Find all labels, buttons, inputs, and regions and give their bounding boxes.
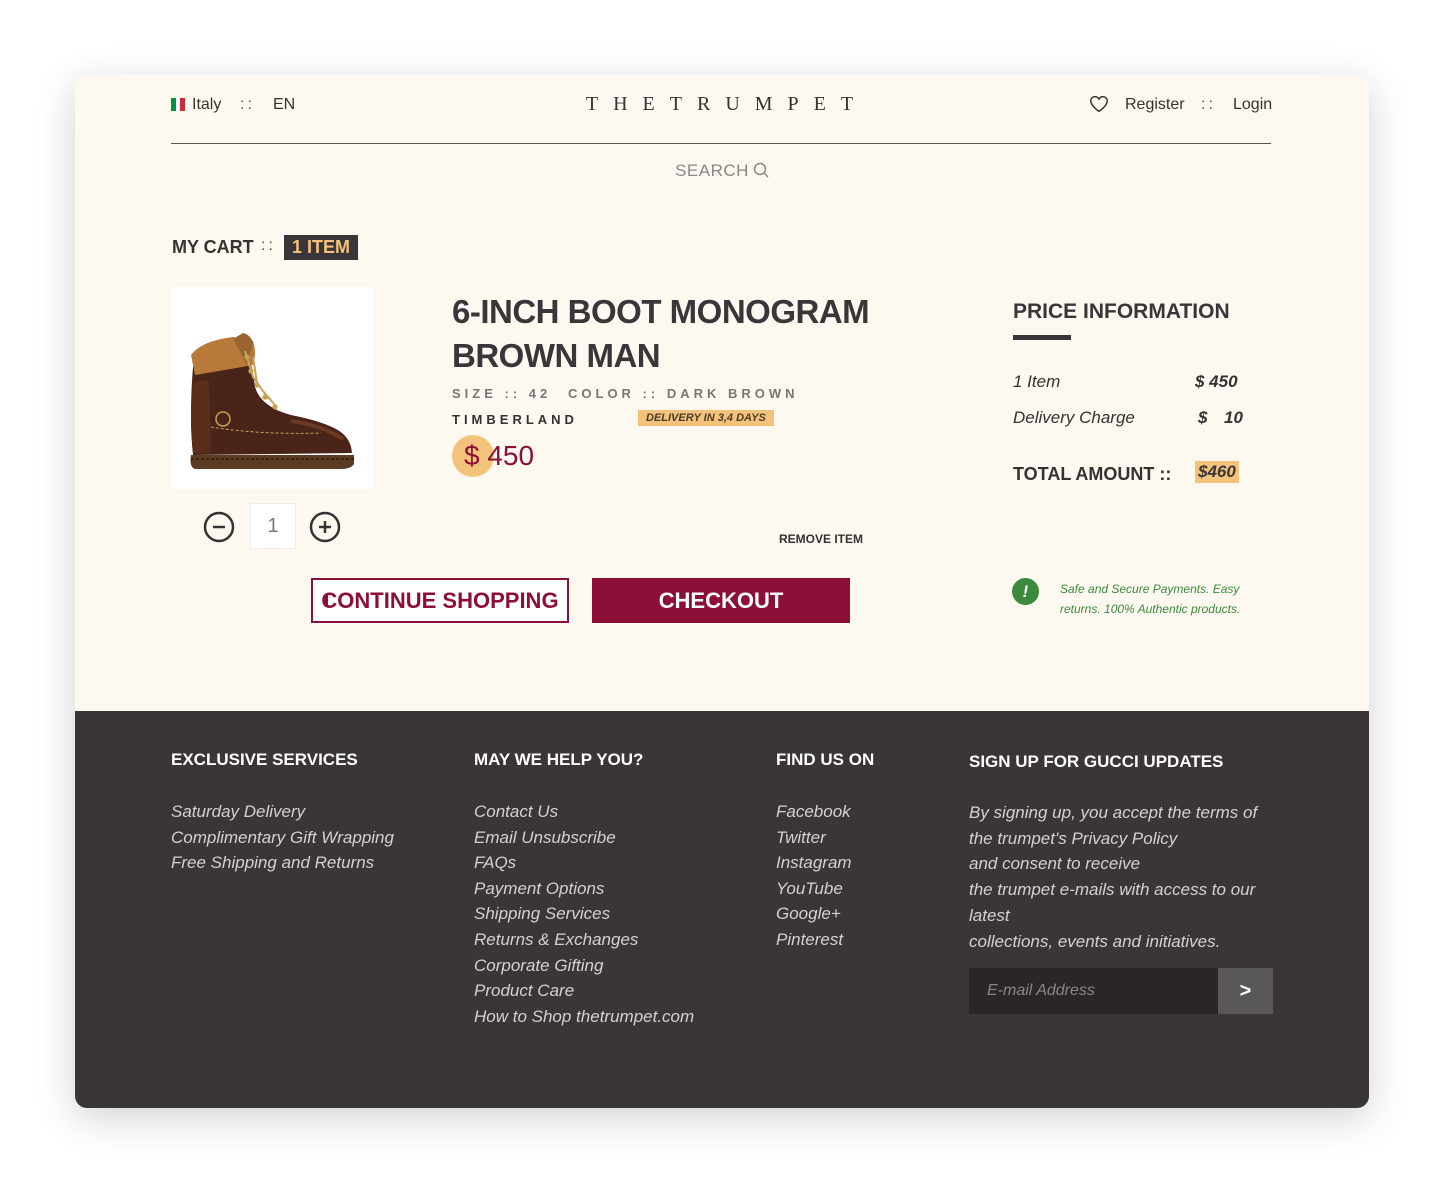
footer-list-services: Saturday Delivery Complimentary Gift Wra… [171,799,394,876]
quantity-field[interactable]: 1 [250,503,296,549]
footer-link[interactable]: Saturday Delivery [171,799,394,825]
item-count-label: 1 Item [1013,372,1061,391]
secure-payment-note: Safe and Secure Payments. Easy returns. … [1060,582,1241,616]
footer-link[interactable]: How to Shop thetrumpet.com [474,1004,694,1030]
chevron-left-icon [322,594,328,606]
arrow-right-icon: > [1239,979,1252,1002]
footer-list-social: Facebook Twitter Instagram YouTube Googl… [776,799,852,953]
item-subtotal: $ 450 [1195,372,1238,391]
price-info-title: PRICE INFORMATION [1013,300,1230,323]
increase-quantity-icon[interactable] [309,511,341,543]
heart-icon[interactable] [1089,95,1109,113]
product-size: SIZE :: 42 [452,386,552,401]
footer-link[interactable]: Google+ [776,901,852,927]
boot-image [190,333,354,469]
decrease-quantity-icon[interactable] [203,511,235,543]
price-info-underline [1013,335,1071,340]
register-link[interactable]: Register [1125,96,1185,114]
delivery-badge: DELIVERY IN 3,4 DAYS [638,410,774,426]
cart-title: MY CART [172,237,254,257]
product-brand: TIMBERLAND [452,412,578,427]
footer-link[interactable]: Returns & Exchanges [474,927,694,953]
cart-count-badge: 1 ITEM [284,235,359,260]
footer-link[interactable]: Corporate Gifting [474,953,694,979]
email-submit-button[interactable]: > [1218,968,1273,1014]
footer-heading-services: EXCLUSIVE SERVICES [171,750,358,769]
product-price: $ 450 [464,440,535,471]
continue-shopping-label: CONTINUE SHOPPING [321,587,559,613]
total-amount-value: $460 [1195,461,1239,483]
footer-list-help: Contact Us Email Unsubscribe FAQs Paymen… [474,799,694,1029]
footer-link[interactable]: Payment Options [474,876,694,902]
footer-link[interactable]: Pinterest [776,927,852,953]
remove-item-button[interactable]: REMOVE ITEM [779,532,863,546]
footer-link[interactable]: Instagram [776,850,852,876]
delivery-charge-value: 10 [1224,408,1243,427]
footer-link[interactable]: Shipping Services [474,901,694,927]
search-icon [753,162,769,178]
footer: EXCLUSIVE SERVICES Saturday Delivery Com… [75,711,1369,1108]
footer-link[interactable]: FAQs [474,850,694,876]
delivery-currency: $ [1198,408,1208,427]
info-icon: ! [1012,578,1039,605]
footer-link[interactable]: Facebook [776,799,852,825]
total-amount-label: TOTAL AMOUNT :: [1013,464,1172,484]
checkout-button[interactable]: CHECKOUT [592,578,850,623]
delivery-charge-label: Delivery Charge [1013,408,1135,427]
login-link[interactable]: Login [1233,96,1272,114]
cart-separator: :: [261,237,276,254]
footer-link[interactable]: Twitter [776,825,852,851]
footer-link[interactable]: Product Care [474,978,694,1004]
email-field[interactable] [969,968,1218,1014]
footer-link[interactable]: Email Unsubscribe [474,825,694,851]
signup-description: By signing up, you accept the terms of t… [969,800,1289,954]
product-color: COLOR :: DARK BROWN [568,386,799,401]
footer-link[interactable]: Complimentary Gift Wrapping [171,825,394,851]
footer-link[interactable]: Free Shipping and Returns [171,850,394,876]
header-separator: :: [1201,96,1216,113]
signup-line: the trumpet e-mails with access to our l… [969,880,1256,925]
page-card: Italy :: EN THETRUMPET Register :: Login… [75,75,1369,1108]
signup-line: and consent to receive [969,854,1141,874]
signup-line: collections, events and initiatives. [969,931,1221,951]
continue-shopping-button[interactable]: CONTINUE SHOPPING [311,578,569,623]
header-divider [171,143,1271,144]
checkout-label: CHECKOUT [658,587,784,613]
search-button[interactable]: SEARCH [75,161,1369,181]
product-image[interactable] [171,287,373,489]
search-label: SEARCH [675,161,749,180]
footer-heading-social: FIND US ON [776,750,875,769]
product-title[interactable]: 6-INCH BOOT MONOGRAM BROWN MAN [452,290,872,378]
signup-line: By signing up, you accept the terms of [969,803,1258,822]
footer-link[interactable]: YouTube [776,876,852,902]
footer-heading-help: MAY WE HELP YOU? [474,750,644,769]
footer-link[interactable]: Contact Us [474,799,694,825]
footer-heading-signup: SIGN UP FOR GUCCI UPDATES [969,752,1224,771]
signup-line: the trumpet's Privacy Policy [969,828,1178,848]
